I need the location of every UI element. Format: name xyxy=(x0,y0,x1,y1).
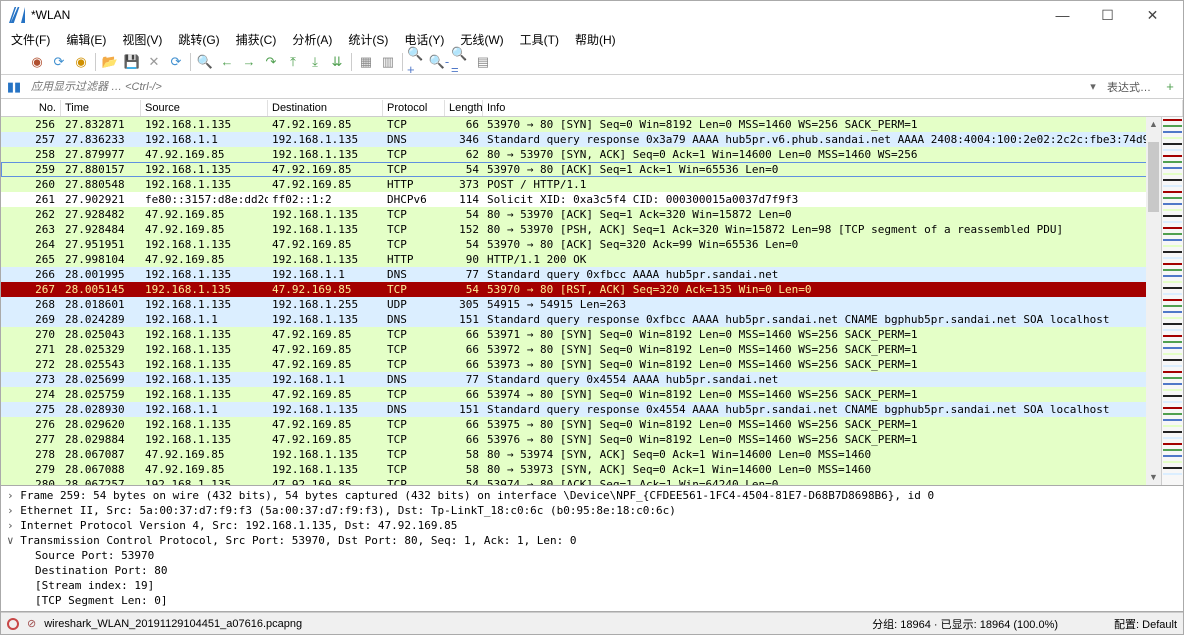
zoom-out-icon[interactable]: 🔍- xyxy=(429,52,449,72)
menu-item[interactable]: 分析(A) xyxy=(286,30,338,49)
titlebar: *WLAN — ☐ ✕ xyxy=(1,1,1183,29)
scrollbar-thumb[interactable] xyxy=(1148,142,1159,212)
packet-row[interactable]: 26427.951951192.168.1.13547.92.169.85TCP… xyxy=(1,237,1183,252)
bookmark-icon[interactable]: ▮▮ xyxy=(5,78,23,96)
packet-row[interactable]: 27828.06708747.92.169.85192.168.1.135TCP… xyxy=(1,447,1183,462)
packet-row[interactable]: 27628.029620192.168.1.13547.92.169.85TCP… xyxy=(1,417,1183,432)
packet-scrollbar[interactable]: ▲ ▼ xyxy=(1146,117,1161,485)
expert-info-icon[interactable] xyxy=(7,618,19,630)
col-no[interactable]: No. xyxy=(1,100,61,116)
col-time[interactable]: Time xyxy=(61,100,141,116)
packet-row[interactable]: 26027.880548192.168.1.13547.92.169.85HTT… xyxy=(1,177,1183,192)
packet-row[interactable]: 27428.025759192.168.1.13547.92.169.85TCP… xyxy=(1,387,1183,402)
packet-minimap[interactable] xyxy=(1161,117,1183,485)
statusbar: ⊘ wireshark_WLAN_20191129104451_a07616.p… xyxy=(1,612,1183,634)
restart-capture-icon[interactable]: ⟳ xyxy=(49,52,69,72)
detail-line[interactable]: Ethernet II, Src: 5a:00:37:d7:f9:f3 (5a:… xyxy=(7,503,1177,518)
resize-all-icon[interactable]: ▤ xyxy=(473,52,493,72)
packet-row[interactable]: 27328.025699192.168.1.135192.168.1.1DNS7… xyxy=(1,372,1183,387)
packet-row[interactable]: 27028.025043192.168.1.13547.92.169.85TCP… xyxy=(1,327,1183,342)
detail-line[interactable]: Internet Protocol Version 4, Src: 192.16… xyxy=(7,518,1177,533)
save-icon[interactable]: 💾 xyxy=(122,52,142,72)
col-info[interactable]: Info xyxy=(483,100,1183,116)
detail-line[interactable]: [TCP Segment Len: 0] xyxy=(7,593,1177,608)
packet-row[interactable]: 27228.025543192.168.1.13547.92.169.85TCP… xyxy=(1,357,1183,372)
col-protocol[interactable]: Protocol xyxy=(383,100,445,116)
next-icon[interactable]: → xyxy=(239,52,259,72)
close-file-icon[interactable]: ✕ xyxy=(144,52,164,72)
status-file: wireshark_WLAN_20191129104451_a07616.pca… xyxy=(44,618,302,630)
col-length[interactable]: Length xyxy=(445,100,483,116)
autoscroll-icon[interactable]: ⇊ xyxy=(327,52,347,72)
find-icon[interactable]: 🔍 xyxy=(195,52,215,72)
packet-row[interactable]: 26828.018601192.168.1.135192.168.1.255UD… xyxy=(1,297,1183,312)
fin-icon[interactable] xyxy=(5,52,25,72)
close-button[interactable]: ✕ xyxy=(1130,5,1175,25)
packet-row[interactable]: 27128.025329192.168.1.13547.92.169.85TCP… xyxy=(1,342,1183,357)
packet-row[interactable]: 26728.005145192.168.1.13547.92.169.85TCP… xyxy=(1,282,1183,297)
menu-item[interactable]: 工具(T) xyxy=(514,30,565,49)
packet-row[interactable]: 25627.832871192.168.1.13547.92.169.85TCP… xyxy=(1,117,1183,132)
menu-item[interactable]: 视图(V) xyxy=(116,30,168,49)
packet-row[interactable]: 26227.92848247.92.169.85192.168.1.135TCP… xyxy=(1,207,1183,222)
detail-line[interactable]: [Stream index: 19] xyxy=(7,578,1177,593)
maximize-button[interactable]: ☐ xyxy=(1085,5,1130,25)
expression-button[interactable]: 表达式… xyxy=(1107,79,1157,95)
zoom-in-icon[interactable]: 🔍+ xyxy=(407,52,427,72)
menu-item[interactable]: 统计(S) xyxy=(342,30,394,49)
prev-icon[interactable]: ← xyxy=(217,52,237,72)
packet-row[interactable]: 25927.880157192.168.1.13547.92.169.85TCP… xyxy=(1,162,1183,177)
packet-list-header: No. Time Source Destination Protocol Len… xyxy=(1,99,1183,117)
packet-list: No. Time Source Destination Protocol Len… xyxy=(1,99,1183,486)
status-profile[interactable]: 配置: Default xyxy=(1114,616,1177,632)
col-source[interactable]: Source xyxy=(141,100,268,116)
jump-icon[interactable]: ↷ xyxy=(261,52,281,72)
packet-row[interactable]: 28028.067257192.168.1.13547.92.169.85TCP… xyxy=(1,477,1183,485)
packet-row[interactable]: 26127.902921fe80::3157:d8e:dd2d…ff02::1:… xyxy=(1,192,1183,207)
col-destination[interactable]: Destination xyxy=(268,100,383,116)
packet-details[interactable]: Frame 259: 54 bytes on wire (432 bits), … xyxy=(1,486,1183,612)
resize-cols-icon[interactable]: ▥ xyxy=(378,52,398,72)
window-title: *WLAN xyxy=(31,8,70,22)
colorize-icon[interactable]: ▦ xyxy=(356,52,376,72)
filter-bar: ▮▮ ▾ 表达式… + xyxy=(1,75,1183,99)
menu-item[interactable]: 编辑(E) xyxy=(60,30,112,49)
go-first-icon[interactable]: ⤒ xyxy=(283,52,303,72)
app-icon xyxy=(9,7,25,23)
menu-item[interactable]: 帮助(H) xyxy=(569,30,622,49)
menu-item[interactable]: 文件(F) xyxy=(5,30,56,49)
display-filter-input[interactable] xyxy=(27,79,1079,95)
reload-icon[interactable]: ⟳ xyxy=(166,52,186,72)
packet-row[interactable]: 27728.029884192.168.1.13547.92.169.85TCP… xyxy=(1,432,1183,447)
packet-row[interactable]: 26928.024289192.168.1.1192.168.1.135DNS1… xyxy=(1,312,1183,327)
options-icon[interactable]: ◉ xyxy=(71,52,91,72)
zoom-reset-icon[interactable]: 🔍= xyxy=(451,52,471,72)
detail-line[interactable]: Destination Port: 80 xyxy=(7,563,1177,578)
packet-row[interactable]: 25827.87997747.92.169.85192.168.1.135TCP… xyxy=(1,147,1183,162)
menubar: 文件(F)编辑(E)视图(V)跳转(G)捕获(C)分析(A)统计(S)电话(Y)… xyxy=(1,29,1183,49)
minimize-button[interactable]: — xyxy=(1040,5,1085,25)
detail-line[interactable]: Transmission Control Protocol, Src Port:… xyxy=(7,533,1177,548)
packet-row[interactable]: 27528.028930192.168.1.1192.168.1.135DNS1… xyxy=(1,402,1183,417)
status-packets: 分组: 18964 · 已显示: 18964 (100.0%) xyxy=(872,616,1058,632)
go-last-icon[interactable]: ⤓ xyxy=(305,52,325,72)
packet-row[interactable]: 26527.99810447.92.169.85192.168.1.135HTT… xyxy=(1,252,1183,267)
open-icon[interactable]: 📂 xyxy=(100,52,120,72)
packet-row[interactable]: 27928.06708847.92.169.85192.168.1.135TCP… xyxy=(1,462,1183,477)
menu-item[interactable]: 捕获(C) xyxy=(230,30,283,49)
packet-row[interactable]: 26628.001995192.168.1.135192.168.1.1DNS7… xyxy=(1,267,1183,282)
detail-line[interactable]: Frame 259: 54 bytes on wire (432 bits), … xyxy=(7,488,1177,503)
toolbar: ◉ ⟳ ◉ 📂 💾 ✕ ⟳ 🔍 ← → ↷ ⤒ ⤓ ⇊ ▦ ▥ 🔍+ 🔍- 🔍=… xyxy=(1,49,1183,75)
packet-row[interactable]: 26327.92848447.92.169.85192.168.1.135TCP… xyxy=(1,222,1183,237)
add-filter-icon[interactable]: + xyxy=(1161,78,1179,96)
packet-row[interactable]: 25727.836233192.168.1.1192.168.1.135DNS3… xyxy=(1,132,1183,147)
menu-item[interactable]: 跳转(G) xyxy=(172,30,225,49)
filter-dropdown-icon[interactable]: ▾ xyxy=(1083,80,1103,93)
detail-line[interactable]: Source Port: 53970 xyxy=(7,548,1177,563)
status-cancel-icon[interactable]: ⊘ xyxy=(27,617,36,630)
stop-capture-icon[interactable]: ◉ xyxy=(27,52,47,72)
